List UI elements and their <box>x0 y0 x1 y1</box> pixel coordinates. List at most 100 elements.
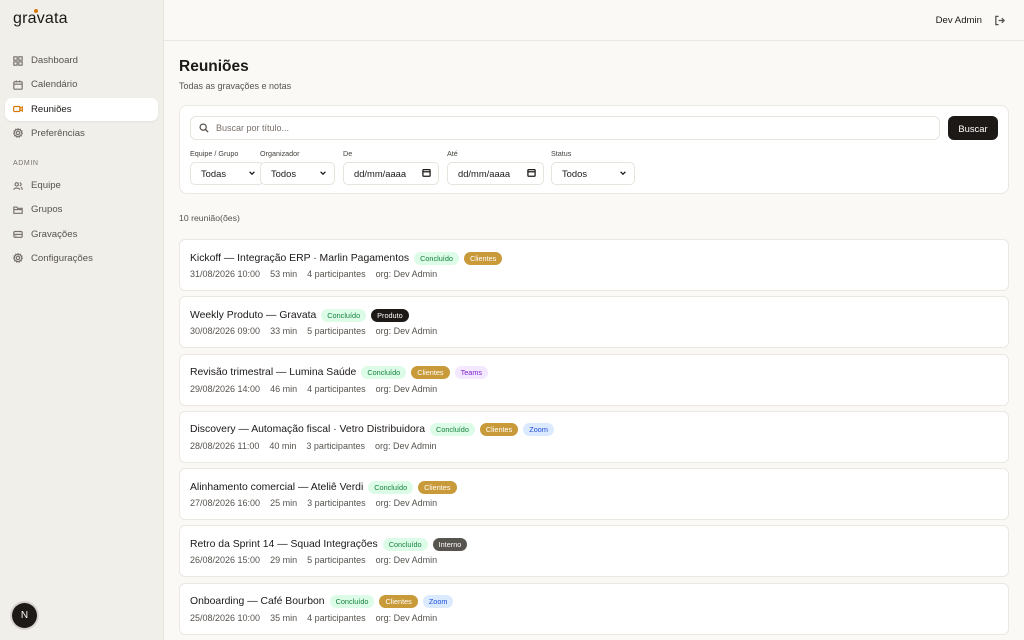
main-nav: Dashboard Calendário Reuniões Preferênci… <box>5 49 158 146</box>
sidebar-item-configuracoes[interactable]: Configurações <box>5 247 158 270</box>
drive-icon <box>13 229 23 239</box>
sidebar-item-label: Grupos <box>31 204 63 216</box>
sidebar-item-label: Dashboard <box>31 55 78 66</box>
meeting-datetime: 27/08/2026 16:00 <box>190 498 261 509</box>
meeting-organizer: org: Dev Admin <box>375 498 438 509</box>
search-box <box>190 116 940 140</box>
logo[interactable]: gravata <box>13 9 68 32</box>
meeting-duration: 25 min <box>270 498 298 509</box>
from-date-filter: De dd/mm/aaaa <box>343 149 439 185</box>
clientes-badge: Clientes <box>411 366 450 380</box>
meeting-meta: 31/08/2026 10:00 53 min 4 participantes org… <box>190 269 998 279</box>
sidebar-item-calendario[interactable]: Calendário <box>5 73 158 96</box>
sidebar-item-reunioes[interactable]: Reuniões <box>5 97 158 121</box>
team-filter-label: Equipe / Grupo <box>190 149 239 158</box>
gear-icon <box>13 253 23 264</box>
sidebar-item-label: Gravações <box>31 228 78 240</box>
meeting-title: Retro da Sprint 14 — Squad Integrações <box>190 538 378 550</box>
sidebar-item-preferencias[interactable]: Preferências <box>5 122 158 145</box>
meeting-organizer: org: Dev Admin <box>374 440 437 451</box>
admin-nav: Equipe Grupos Gravações Configurações <box>5 174 158 271</box>
meeting-datetime: 28/08/2026 11:00 <box>190 440 260 451</box>
meeting-card[interactable]: Discovery — Automação fiscal · Vetro Dis… <box>179 410 1009 463</box>
concluido-badge: Concluído <box>361 366 407 380</box>
avatar[interactable]: N <box>12 603 37 628</box>
sidebar-item-dashboard[interactable]: Dashboard <box>5 49 158 72</box>
page-title: Reuniões <box>179 58 249 75</box>
meeting-card-header: Revisão trimestral — Lumina Saúde Concluí… <box>190 366 998 380</box>
concluido-badge: Concluído <box>329 595 375 609</box>
to-date-input[interactable]: dd/mm/aaaa <box>447 162 544 185</box>
dashboard-icon <box>13 55 23 66</box>
meeting-duration: 40 min <box>269 440 297 451</box>
meeting-card-header: Alinhamento comercial — Ateliê Verdi Conc… <box>190 480 998 494</box>
meeting-title: Revisão trimestral — Lumina Saúde <box>190 367 357 379</box>
concluido-badge: Concluído <box>430 423 475 437</box>
meeting-participants: 3 participantes <box>306 440 365 451</box>
users-icon <box>13 181 23 191</box>
calendar-icon[interactable] <box>527 168 536 179</box>
interno-badge: Interno <box>432 537 468 551</box>
meeting-duration: 53 min <box>270 269 298 279</box>
meeting-card[interactable]: Kickoff — Integração ERP · Marlin Pagame… <box>179 239 1009 291</box>
concluido-badge: Concluído <box>382 537 428 551</box>
organizer-select[interactable]: Todos <box>260 162 335 185</box>
meeting-meta: 29/08/2026 14:00 46 min 4 participantes org… <box>190 384 998 394</box>
meeting-card[interactable]: Retro da Sprint 14 — Squad Integrações Co… <box>179 525 1009 578</box>
video-icon <box>13 104 23 114</box>
concluido-badge: Concluído <box>368 480 414 494</box>
page-content: Reuniões Todas as gravações e notas Busc… <box>179 41 1009 640</box>
topbar: Dev Admin <box>164 0 1024 41</box>
search-button[interactable]: Buscar <box>948 116 998 140</box>
meeting-datetime: 29/08/2026 14:00 <box>190 383 261 394</box>
sidebar-item-gravacoes[interactable]: Gravações <box>5 223 158 246</box>
chevron-down-icon <box>319 168 327 179</box>
meeting-meta: 27/08/2026 16:00 25 min 3 participantes org… <box>190 498 998 508</box>
meeting-title: Alinhamento comercial — Ateliê Verdi <box>190 481 364 493</box>
meeting-title: Weekly Produto — Gravata <box>190 309 317 321</box>
meeting-duration: 29 min <box>270 555 298 566</box>
search-input[interactable] <box>216 123 916 133</box>
admin-section-label: ADMIN <box>13 160 39 167</box>
meeting-card-header: Kickoff — Integração ERP · Marlin Pagame… <box>190 251 998 265</box>
meeting-card[interactable]: Onboarding — Café Bourbon Concluído Client… <box>179 582 1009 635</box>
status-filter: Status Todos <box>551 149 635 185</box>
meeting-card-header: Onboarding — Café Bourbon Concluído Client… <box>190 595 998 609</box>
calendar-icon <box>13 80 23 90</box>
meeting-meta: 25/08/2026 10:00 35 min 4 participantes org… <box>190 613 998 623</box>
sidebar-item-equipe[interactable]: Equipe <box>5 174 158 197</box>
sidebar-item-label: Equipe <box>31 180 61 191</box>
meeting-title: Onboarding — Café Bourbon <box>190 596 325 608</box>
to-date-filter: Até dd/mm/aaaa <box>447 149 544 185</box>
from-date-input[interactable]: dd/mm/aaaa <box>343 162 439 185</box>
status-filter-label: Status <box>551 149 572 158</box>
zoom-badge: Zoom <box>422 595 454 609</box>
status-select[interactable]: Todos <box>551 162 635 185</box>
from-date-value: dd/mm/aaaa <box>354 168 407 179</box>
meeting-participants: 4 participantes <box>307 383 366 394</box>
results-count: 10 reunião(ões) <box>179 213 240 223</box>
sidebar-item-grupos[interactable]: Grupos <box>5 198 158 221</box>
calendar-icon[interactable] <box>422 168 431 179</box>
team-select[interactable]: Todas <box>190 162 264 185</box>
meeting-card[interactable]: Alinhamento comercial — Ateliê Verdi Conc… <box>179 468 1009 521</box>
organizer-select-value: Todos <box>271 168 297 179</box>
chevron-down-icon <box>248 168 256 179</box>
user-name: Dev Admin <box>935 14 982 26</box>
meeting-organizer: org: Dev Admin <box>375 555 438 566</box>
meeting-card[interactable]: Revisão trimestral — Lumina Saúde Concluí… <box>179 353 1009 406</box>
zoom-badge: Zoom <box>523 423 554 437</box>
meeting-meta: 28/08/2026 11:00 40 min 3 participantes org… <box>190 441 998 451</box>
meeting-participants: 4 participantes <box>307 612 366 623</box>
meeting-card-header: Discovery — Automação fiscal · Vetro Dis… <box>190 423 998 437</box>
meeting-title: Kickoff — Integração ERP · Marlin Pagame… <box>190 252 410 264</box>
meeting-datetime: 26/08/2026 15:00 <box>190 555 261 566</box>
meeting-card[interactable]: Weekly Produto — Gravata Concluído Produto… <box>179 296 1009 349</box>
meeting-datetime: 25/08/2026 10:00 <box>190 612 261 623</box>
logout-icon[interactable] <box>994 15 1005 26</box>
team-select-value: Todas <box>201 168 227 179</box>
logo-dot <box>34 9 38 13</box>
meeting-duration: 35 min <box>270 612 298 623</box>
team-filter: Equipe / Grupo Todas <box>190 149 264 185</box>
meeting-meta: 26/08/2026 15:00 29 min 5 participantes org… <box>190 555 998 565</box>
